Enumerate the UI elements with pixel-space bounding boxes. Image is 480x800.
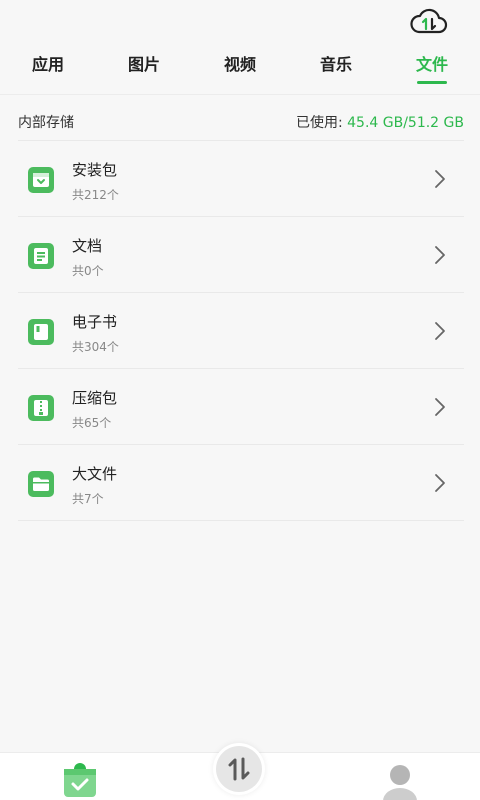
item-name: 电子书: [72, 313, 118, 331]
cloud-transfer-icon[interactable]: [408, 6, 450, 38]
top-bar: [0, 0, 480, 40]
storage-usage: 已使用: 45.4 GB/51.2 GB: [296, 112, 464, 132]
tabs-divider: [0, 94, 480, 95]
tab-images[interactable]: 图片: [96, 40, 192, 94]
bottom-navigation: [0, 743, 480, 800]
tab-videos[interactable]: 视频: [192, 40, 288, 94]
category-tabs: 应用 图片 视频 音乐 文件: [0, 40, 480, 94]
chevron-right-icon: [434, 397, 446, 417]
item-name: 安装包: [72, 161, 118, 179]
item-count: 共304个: [72, 340, 119, 354]
nav-home-button[interactable]: [62, 763, 98, 799]
archive-icon: [28, 395, 54, 421]
list-item-packages[interactable]: 安装包 共212个: [18, 141, 464, 217]
item-count: 共7个: [72, 492, 104, 506]
transfer-arrows-icon: [216, 746, 262, 792]
tab-music[interactable]: 音乐: [288, 40, 384, 94]
storage-title: 内部存储: [18, 115, 74, 131]
item-name: 压缩包: [72, 389, 118, 407]
active-tab-indicator: [417, 81, 447, 84]
folder-icon: [28, 471, 54, 497]
chevron-right-icon: [434, 321, 446, 341]
chevron-right-icon: [434, 473, 446, 493]
chevron-right-icon: [434, 245, 446, 265]
ebook-icon: [28, 319, 54, 345]
item-name: 文档: [72, 237, 103, 255]
tab-files[interactable]: 文件: [384, 40, 480, 94]
profile-icon: [380, 765, 420, 800]
clipboard-check-icon: [62, 763, 98, 800]
tab-apps[interactable]: 应用: [0, 40, 96, 94]
list-item-documents[interactable]: 文档 共0个: [18, 217, 464, 293]
item-count: 共212个: [72, 188, 119, 202]
package-icon: [28, 167, 54, 193]
file-category-list: 安装包 共212个 文档 共0个 电子书 共304个 压缩包 共65个 大文件 …: [18, 140, 464, 521]
storage-info: 内部存储 已使用: 45.4 GB/51.2 GB: [18, 110, 464, 134]
item-count: 共0个: [72, 264, 104, 278]
item-name: 大文件: [72, 465, 118, 483]
nav-profile-button[interactable]: [380, 763, 420, 800]
list-item-large-files[interactable]: 大文件 共7个: [18, 445, 464, 521]
list-item-ebooks[interactable]: 电子书 共304个: [18, 293, 464, 369]
storage-used-label: 已使用:: [295, 115, 343, 131]
nav-transfer-button[interactable]: [213, 743, 265, 795]
item-count: 共65个: [72, 416, 112, 430]
list-item-archives[interactable]: 压缩包 共65个: [18, 369, 464, 445]
storage-used-value: 45.4 GB/51.2 GB: [347, 115, 464, 131]
document-icon: [28, 243, 54, 269]
chevron-right-icon: [434, 169, 446, 189]
